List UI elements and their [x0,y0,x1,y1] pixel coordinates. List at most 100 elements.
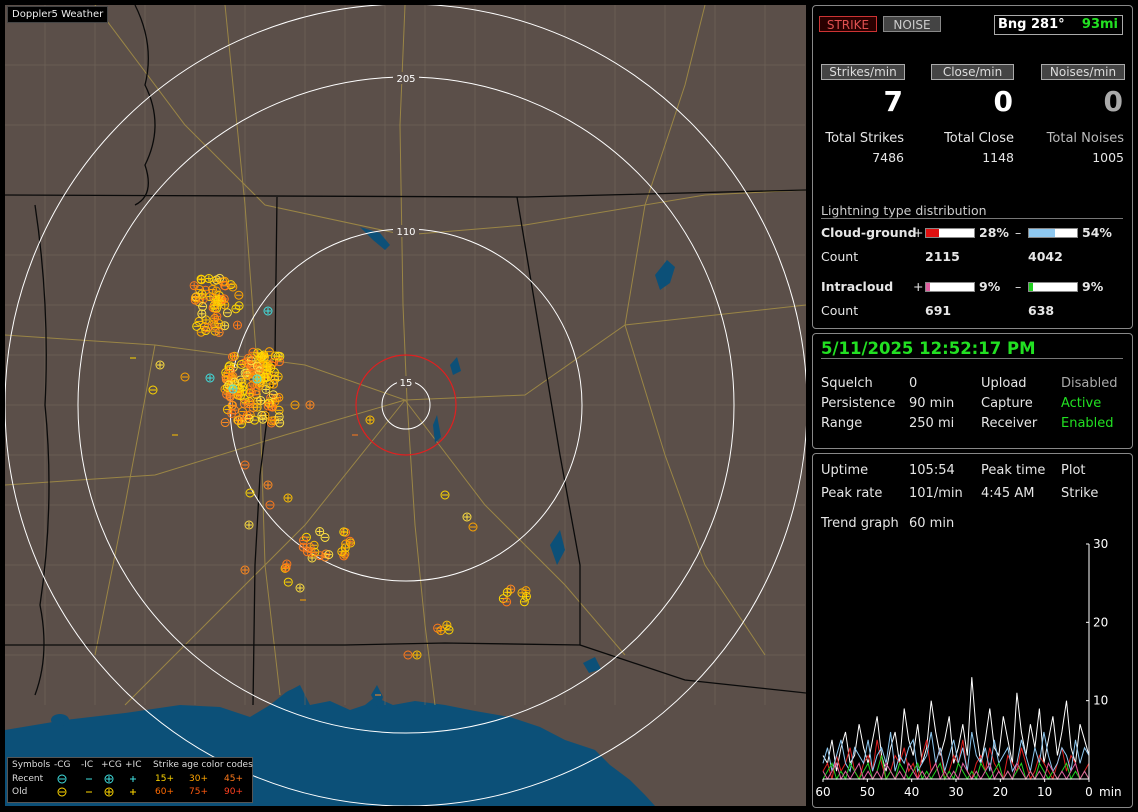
legend-age-title: Strike age color codes [153,760,253,770]
strike-marker [222,308,232,318]
trend-x-tick-label: 60 [815,785,830,799]
strike-marker [263,306,273,316]
strike-marker [245,488,255,498]
strike-marker [315,527,325,537]
total-close-value: 1148 [982,150,1014,165]
strike-marker [180,372,190,382]
range-label-205: 205 [396,74,415,85]
cloud-ground-label: Cloud-ground [821,225,917,240]
legend-age-45: 45+ [224,774,243,784]
status-panel: 5/11/2025 12:52:17 PM Squelch 0 Upload D… [812,333,1133,449]
cg-negative-count: 4042 [1028,249,1063,264]
lake [655,260,675,290]
strike-marker [250,415,260,425]
intracloud-label: Intracloud [821,279,894,294]
trend-graph-label: Trend graph [821,516,899,531]
strike-marker [189,281,199,291]
legend-age-75: 75+ [189,787,208,797]
trend-panel: Uptime 105:54 Peak time Plot Peak rate 1… [812,453,1133,808]
ic-count-label: Count [821,303,859,318]
strike-marker [282,559,292,569]
distance-value: 93mi [1081,17,1118,32]
strike-marker [234,290,244,300]
trend-x-tick-label: 0 [1085,785,1093,799]
symbol-legend: Symbols -CG -IC +CG +IC Strike age color… [7,757,253,803]
strike-toggle-button[interactable]: STRIKE [819,16,877,32]
strike-marker [275,418,285,428]
strike-marker [260,372,270,382]
distribution-title: Lightning type distribution [821,203,987,218]
strike-marker [403,650,413,660]
cg-positive-count: 2115 [925,249,960,264]
strike-marker [190,293,200,303]
strike-stats-panel: STRIKE NOISE Bng 281° 93mi Strikes/min C… [812,5,1133,329]
range-label-110: 110 [396,227,415,238]
noise-toggle-button[interactable]: NOISE [883,16,941,32]
noises-per-min-header[interactable]: Noises/min [1041,64,1125,80]
strike-marker [232,320,242,330]
ic-negative-count: 638 [1028,303,1055,318]
strike-marker [231,304,241,314]
ic-positive-percent: 9% [979,279,1001,294]
legend-recent-label: Recent [12,774,44,784]
strike-marker [252,402,262,412]
strike-marker [462,512,472,522]
strike-marker [502,587,512,597]
plot-value[interactable]: Strike [1061,486,1098,501]
strike-marker [519,597,529,607]
legend-symbols-label: Symbols [12,760,51,770]
map-canvas[interactable]: 205 110 15 [5,5,806,806]
strike-marker [305,400,315,410]
squelch-value: 0 [909,376,918,391]
strike-marker [212,311,222,321]
legend-neg-ic: -IC [81,760,94,770]
peak-rate-label: Peak rate [821,486,883,501]
strike-marker [263,480,273,490]
receiver-value: Enabled [1061,416,1114,431]
trend-x-tick-label: 20 [993,785,1008,799]
range-value: 250 mi [909,416,955,431]
cg-count-label: Count [821,249,859,264]
strike-marker [283,577,293,587]
strike-marker [210,313,220,323]
strike-marker [283,493,293,503]
strike-markers [130,273,531,696]
plot-label: Plot [1061,463,1086,478]
close-per-min-header[interactable]: Close/min [931,64,1014,80]
strike-marker [339,527,349,537]
peak-rate-value: 101/min [909,486,963,501]
strike-marker [468,522,478,532]
capture-value: Active [1061,396,1102,411]
persistence-label: Persistence [821,396,896,411]
strikes-per-min-header[interactable]: Strikes/min [821,64,905,80]
trend-graph-value[interactable]: 60 min [909,516,954,531]
lightning-map[interactable]: 205 110 15 Doppler5 Weather Symbols -CG … [5,5,806,806]
strike-marker [220,418,230,428]
strikes-per-min-value: 7 [883,85,903,118]
lake [550,530,565,565]
legend-old-label: Old [12,787,28,797]
trend-y-tick-label: 30 [1093,537,1108,551]
strike-marker [198,294,208,304]
trend-x-tick-label: 40 [904,785,919,799]
lake [51,714,69,726]
trend-x-tick-label: 50 [860,785,875,799]
legend-age-15: 15+ [155,774,174,784]
strike-marker [244,520,254,530]
strike-marker [253,348,263,358]
strike-marker [239,399,249,409]
strike-marker [235,414,245,424]
strike-marker [214,327,224,337]
trend-x-tick-label: 30 [948,785,963,799]
strike-marker [220,281,230,291]
trend-x-unit: min [1099,785,1122,799]
range-labels: 205 110 15 [393,72,419,389]
strike-marker [228,400,238,410]
strike-marker [263,360,273,370]
strike-marker [269,379,279,389]
ic-positive-count: 691 [925,303,952,318]
legend-age-90: 90+ [224,787,243,797]
ic-positive-bar [925,282,975,292]
strike-marker [240,565,250,575]
strike-marker [521,591,531,601]
